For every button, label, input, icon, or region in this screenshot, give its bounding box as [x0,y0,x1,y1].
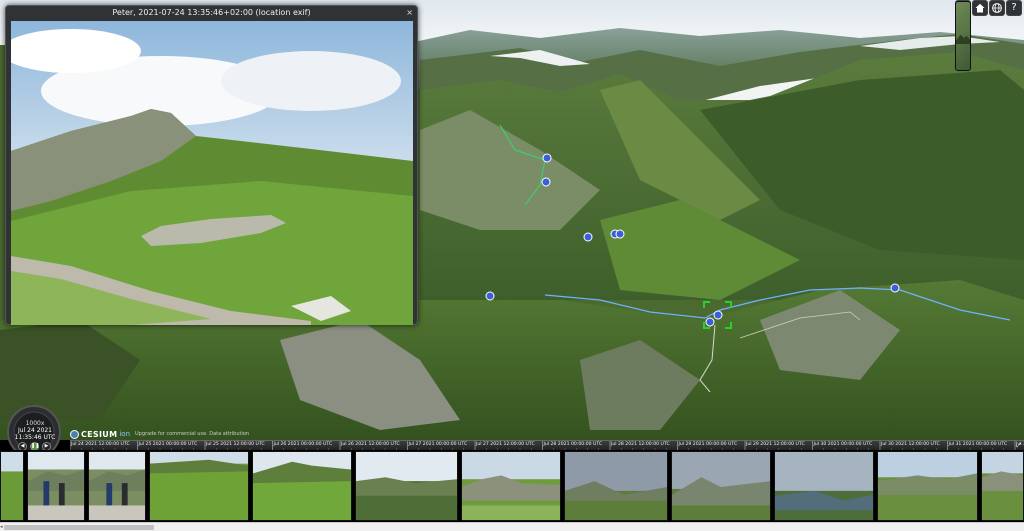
home-icon [975,3,985,13]
cesium-logo-icon [70,429,79,439]
photo-marker[interactable] [541,177,551,187]
cesium-viewer[interactable]: ? Peter, 2021-07-24 13:35:46+02:00 (loca… [0,0,1024,440]
photo-marker[interactable] [583,232,593,242]
timeline-label: Jul 29 2021 00:00:00 UTC [678,442,738,447]
horizontal-scrollbar[interactable]: ◂ [0,522,1024,531]
timeline-label: Jul 30 2021 00:00:00 UTC [813,442,873,447]
photo-thumbnail[interactable] [774,451,874,521]
photo-marker[interactable] [485,291,495,301]
globe-icon [992,3,1002,13]
photo-thumbnail[interactable] [0,451,24,521]
animation-date: Jul 24 2021 [18,427,52,434]
timeline-label: Jul 25 2021 12:00:00 UTC [206,442,265,447]
animation-widget[interactable]: 1000x Jul 24 2021 11:35:46 UTC ◀ ❚❚ ▶ [0,404,70,454]
timeline-label: Jul 26 2021 12:00:00 UTC [341,442,400,447]
photo-thumbnail[interactable] [355,451,458,521]
fullscreen-button[interactable]: ⤢ [1015,442,1023,450]
photo-thumbnail[interactable] [671,451,771,521]
photo-marker-selected[interactable] [705,317,715,327]
help-button[interactable]: ? [1006,0,1022,16]
cesium-logo-text: CESIUM [81,429,118,439]
toolbar: ? [955,0,1022,71]
credit-links[interactable]: Upgrade for commercial use. Data attribu… [135,431,249,437]
photo-thumbnail[interactable] [88,451,146,521]
animation-speed: 1000x [25,420,45,427]
photo-marker[interactable] [713,310,723,320]
timeline-label: Jul 28 2021 12:00:00 UTC [611,442,670,447]
timeline-label: Jul 31 2021 00:00:00 UTC [948,442,1008,447]
photo-thumbnail[interactable] [252,451,352,521]
timeline-label: Jul 29 2021 12:00:00 UTC [746,442,805,447]
animation-time: 11:35:46 UTC [14,434,56,441]
timeline-label: Jul 30 2021 12:00:00 UTC [881,442,940,447]
base-layer-picker[interactable] [955,1,971,71]
photo-thumbnail[interactable] [564,451,668,521]
credits-bar: CESIUM ion Upgrade for commercial use. D… [70,428,249,440]
scene-mode-button[interactable] [989,0,1005,16]
help-icon: ? [1011,2,1017,13]
photo-popup[interactable]: Peter, 2021-07-24 13:35:46+02:00 (locati… [5,5,418,325]
close-button[interactable]: × [406,7,413,19]
timeline-label: Jul 28 2021 00:00:00 UTC [543,442,603,447]
photo-thumbnail[interactable] [149,451,249,521]
photo-image [11,21,413,325]
scrollbar-thumb[interactable] [4,525,154,530]
photo-marker[interactable] [615,229,625,239]
photo-thumbnail[interactable] [877,451,978,521]
photo-marker[interactable] [890,283,900,293]
terrain-thumbnail-icon [956,34,970,44]
photo-thumbnail[interactable] [981,451,1024,521]
timeline[interactable]: Jul 24 2021 12:00:00 UTC Jul 25 2021 00:0… [70,440,1024,450]
cesium-logo[interactable]: CESIUM ion [70,429,131,439]
photo-title: Peter, 2021-07-24 13:35:46+02:00 (locati… [112,8,311,17]
timeline-label: Jul 25 2021 00:00:00 UTC [138,442,198,447]
photo-thumbnail[interactable] [461,451,561,521]
home-button[interactable] [972,0,988,16]
timeline-label: Jul 24 2021 12:00:00 UTC [71,442,130,447]
timeline-label: Jul 26 2021 00:00:00 UTC [273,442,333,447]
timeline-label: Jul 27 2021 00:00:00 UTC [408,442,468,447]
photo-marker[interactable] [542,153,552,163]
photo-thumbnail-strip[interactable] [0,450,1024,522]
photo-thumbnail[interactable] [27,451,85,521]
cesium-logo-suffix: ion [119,430,131,438]
timeline-label: Jul 27 2021 12:00:00 UTC [476,442,535,447]
